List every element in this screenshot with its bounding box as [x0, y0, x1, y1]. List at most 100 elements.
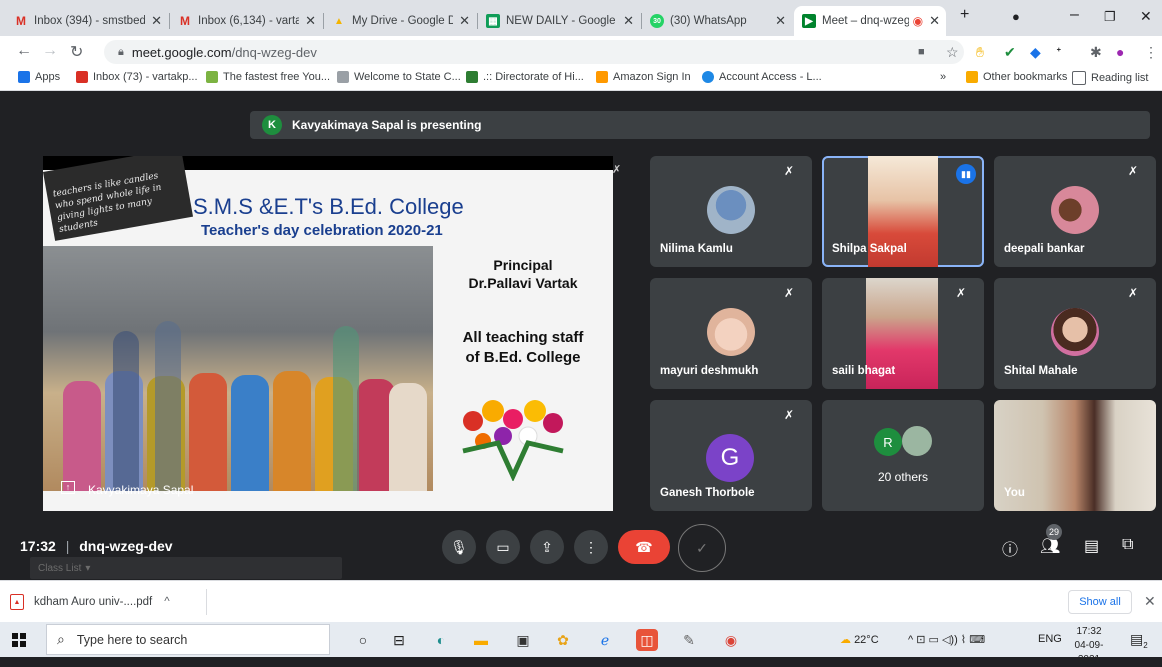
- self-tile[interactable]: You: [994, 400, 1156, 511]
- back-icon[interactable]: ←: [16, 42, 32, 60]
- bookmark-apps[interactable]: Apps: [18, 71, 60, 83]
- tab-title: Inbox (6,134) - vartakp: [198, 15, 300, 27]
- info-icon[interactable]: ⓘ: [1002, 536, 1018, 560]
- tab-gmail-1[interactable]: M Inbox (394) - smstbed ✕: [6, 6, 168, 36]
- participant-name: saili bhagat: [832, 365, 896, 377]
- camera-icon[interactable]: ■: [918, 46, 925, 58]
- chevron-up-icon[interactable]: ^: [164, 596, 169, 608]
- participant-name: Shilpa Sakpal: [832, 243, 907, 255]
- reading-list[interactable]: Reading list: [1072, 71, 1148, 85]
- windows-start-icon[interactable]: [12, 633, 26, 647]
- cortana-icon[interactable]: ○: [352, 629, 374, 651]
- bookmark-directorate[interactable]: .:: Directorate of Hi...: [466, 71, 584, 83]
- class-list-toolbar[interactable]: Class List ▾: [30, 557, 342, 579]
- restore-button[interactable]: ❐: [1104, 9, 1116, 25]
- edge-icon[interactable]: ◐: [430, 629, 452, 651]
- weather[interactable]: ☁ 22°C: [840, 633, 879, 646]
- file-explorer-icon[interactable]: ▬: [470, 629, 492, 651]
- staff-photo: [43, 246, 433, 491]
- bookmark-youtube[interactable]: The fastest free You...: [206, 71, 330, 83]
- tray-icons[interactable]: ^ ⊡ ▭ ◁)) ⌇ ⌨: [908, 633, 985, 646]
- tab-sheets[interactable]: ▦ NEW DAILY - Google S ✕: [478, 6, 640, 36]
- taskbar-clock[interactable]: 17:32 04-09-2021: [1068, 625, 1110, 667]
- other-bookmarks[interactable]: Other bookmarks: [966, 71, 1067, 83]
- participant-tile[interactable]: ✗ saili bhagat: [822, 278, 984, 389]
- participant-name: Ganesh Thorbole: [660, 487, 755, 499]
- present-screen-icon[interactable]: ↑: [61, 481, 75, 494]
- chat-icon[interactable]: ▤: [1084, 536, 1099, 556]
- meet-icon: ▶: [802, 14, 816, 28]
- tab-drive[interactable]: ▲ My Drive - Google Dri ✕: [324, 6, 476, 36]
- extensions-puzzle-icon[interactable]: ✱: [1090, 44, 1102, 61]
- profile-icon[interactable]: ●: [1012, 9, 1020, 24]
- activities-icon[interactable]: ⧉: [1122, 536, 1133, 554]
- tab-gmail-2[interactable]: M Inbox (6,134) - vartakp ✕: [170, 6, 322, 36]
- task-view-icon[interactable]: ⊟: [388, 629, 410, 651]
- page-icon: [337, 71, 349, 83]
- participant-tile[interactable]: ✗ Shital Mahale: [994, 278, 1156, 389]
- site-icon: [466, 71, 478, 83]
- avatar[interactable]: ●: [1116, 44, 1124, 60]
- tab-meet[interactable]: ▶ Meet – dnq-wzeg ◉ ✕: [794, 6, 946, 36]
- bookmark-inbox[interactable]: Inbox (73) - vartakp...: [76, 71, 198, 83]
- leave-call-button[interactable]: ☎: [618, 530, 670, 564]
- bookmark-amazon[interactable]: Amazon Sign In: [596, 71, 691, 83]
- more-vert-icon: ⋮: [584, 538, 598, 555]
- extension-overlay-button[interactable]: ✓: [678, 524, 726, 572]
- close-icon[interactable]: ✕: [929, 13, 940, 29]
- people-button[interactable]: 29 👥︎: [1040, 524, 1062, 556]
- menu-dots-icon[interactable]: ⋮: [1144, 44, 1158, 61]
- meeting-time: 17:32: [20, 538, 56, 554]
- bookmark-state[interactable]: Welcome to State C...: [337, 71, 461, 83]
- camera-button[interactable]: ▭: [486, 530, 520, 564]
- star-icon[interactable]: ☆: [946, 44, 959, 61]
- extension-hindi-icon[interactable]: ᐩ: [1056, 44, 1061, 61]
- internet-explorer-icon[interactable]: ℯ: [594, 629, 616, 651]
- store-icon[interactable]: ▣: [512, 629, 534, 651]
- new-tab-button[interactable]: +: [960, 6, 969, 24]
- close-icon[interactable]: ✕: [623, 13, 634, 29]
- language-indicator[interactable]: ENG: [1038, 633, 1062, 645]
- participant-tile[interactable]: ✗ deepali bankar: [994, 156, 1156, 267]
- forward-icon[interactable]: →: [42, 42, 58, 60]
- participant-tile[interactable]: ✗ Nilima Kamlu: [650, 156, 812, 267]
- address-bar[interactable]: 🔒︎ meet.google.com/dnq-wzeg-dev: [104, 40, 964, 64]
- extension-badge-icon[interactable]: ◆: [1030, 44, 1041, 61]
- minimize-button[interactable]: –: [1070, 6, 1079, 24]
- amazon-icon: [596, 71, 608, 83]
- office-icon[interactable]: ◫: [636, 629, 658, 651]
- taskbar-search[interactable]: ⌕ Type here to search: [46, 624, 330, 655]
- participant-tile[interactable]: ✗ mayuri deshmukh: [650, 278, 812, 389]
- close-icon[interactable]: ✕: [775, 13, 786, 29]
- presenter-name: Kavyakimaya Sapal: [88, 483, 194, 497]
- bookmark-account[interactable]: Account Access - L...: [702, 71, 822, 83]
- extension-check-icon[interactable]: ✔: [1004, 44, 1016, 61]
- show-all-button[interactable]: Show all: [1068, 590, 1132, 614]
- download-item[interactable]: ▲ kdham Auro univ-....pdf ^: [10, 589, 207, 615]
- presentation-screen[interactable]: teachers is like candles who spend whole…: [43, 156, 613, 511]
- notification-icon[interactable]: ▤2: [1130, 631, 1148, 650]
- participant-tile[interactable]: G ✗ Ganesh Thorbole: [650, 400, 812, 511]
- notepad-icon[interactable]: ✎: [678, 629, 700, 651]
- reload-icon[interactable]: ↻: [70, 42, 83, 62]
- close-icon[interactable]: ✕: [459, 13, 470, 29]
- muted-mic-icon: ✗: [1128, 164, 1139, 178]
- close-icon[interactable]: ✕: [151, 13, 162, 29]
- participant-tile[interactable]: ▮▮ Shilpa Sakpal: [822, 156, 984, 267]
- bookmarks-overflow[interactable]: »: [940, 71, 946, 83]
- mic-button[interactable]: 🎙︎: [442, 530, 476, 564]
- app-icon[interactable]: ✿: [552, 629, 574, 651]
- chrome-icon[interactable]: ◉: [720, 629, 742, 651]
- close-icon[interactable]: ✕: [1144, 593, 1156, 610]
- tab-whatsapp[interactable]: 30 (30) WhatsApp ✕: [642, 6, 792, 36]
- close-icon[interactable]: ✕: [305, 13, 316, 29]
- close-window-button[interactable]: ✕: [1140, 8, 1152, 25]
- gmail-icon: [76, 71, 88, 83]
- slide-title: S.M.S &E.T's B.Ed. College: [193, 194, 464, 219]
- present-button[interactable]: ⇪: [530, 530, 564, 564]
- extension-hand-icon[interactable]: ✋︎: [976, 44, 984, 61]
- others-tile[interactable]: R 20 others: [822, 400, 984, 511]
- camera-icon: ▭: [496, 538, 510, 555]
- more-options-button[interactable]: ⋮: [574, 530, 608, 564]
- muted-mic-icon: ✗: [956, 286, 967, 300]
